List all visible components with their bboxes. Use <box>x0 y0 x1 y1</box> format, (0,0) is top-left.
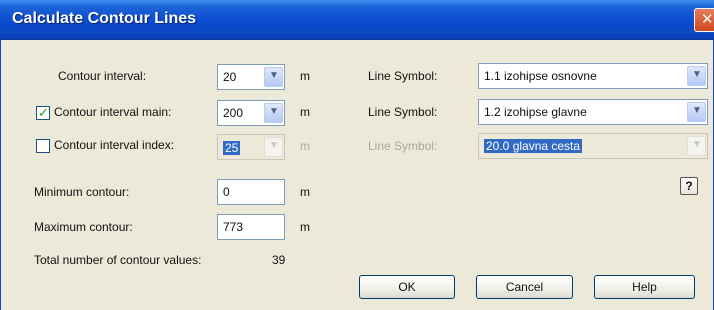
minimum-contour-unit: m <box>300 185 310 199</box>
line-symbol-3-label: Line Symbol: <box>368 139 438 153</box>
maximum-contour-input[interactable]: 773 <box>217 214 285 240</box>
contour-interval-main-label: Contour interval main: <box>54 105 172 119</box>
line-symbol-3-value: 20.0 glavna cesta <box>484 139 583 153</box>
contour-interval-label: Contour interval: <box>58 69 147 83</box>
chevron-down-icon: ▼ <box>269 70 279 81</box>
contour-interval-index-unit: m <box>300 139 310 153</box>
line-symbol-2-value: 1.2 izohipse glavne <box>484 105 587 119</box>
contour-interval-index-checkbox[interactable] <box>36 139 50 153</box>
contour-interval-index-dropdown-button: ▼ <box>264 137 283 157</box>
maximum-contour-unit: m <box>300 220 310 234</box>
window-left-border <box>0 40 1 310</box>
contour-interval-index-combo: 25 ▼ <box>217 134 285 160</box>
contour-interval-main-dropdown-button[interactable]: ▼ <box>264 103 283 123</box>
minimum-contour-value: 0 <box>223 185 230 199</box>
contour-interval-index-value: 25 <box>223 141 241 155</box>
calculate-contour-lines-dialog: Calculate Contour Lines ✕ Contour interv… <box>0 0 714 310</box>
line-symbol-1-value: 1.1 izohipse osnovne <box>484 69 597 83</box>
close-icon: ✕ <box>701 11 714 28</box>
maximum-contour-label: Maximum contour: <box>34 220 133 234</box>
contour-interval-value: 20 <box>223 70 237 84</box>
contour-interval-main-unit: m <box>300 105 310 119</box>
line-symbol-1-dropdown-button[interactable]: ▼ <box>687 66 706 86</box>
ok-button[interactable]: OK <box>359 275 455 299</box>
chevron-down-icon: ▼ <box>269 140 279 151</box>
contour-interval-dropdown-button[interactable]: ▼ <box>264 67 283 87</box>
line-symbol-2-dropdown-button[interactable]: ▼ <box>687 102 706 122</box>
minimum-contour-input[interactable]: 0 <box>217 179 285 205</box>
total-contour-values-label: Total number of contour values: <box>34 253 202 267</box>
total-contour-values-count: 39 <box>272 253 286 267</box>
maximum-contour-value: 773 <box>223 220 244 234</box>
contour-interval-main-combo[interactable]: 200 ▼ <box>217 100 285 126</box>
contour-interval-main-value: 200 <box>223 106 244 120</box>
line-symbol-1-combo[interactable]: 1.1 izohipse osnovne ▼ <box>478 63 708 89</box>
help-button[interactable]: Help <box>594 275 695 299</box>
title-bar[interactable]: Calculate Contour Lines ✕ <box>0 0 714 40</box>
chevron-down-icon: ▼ <box>692 105 702 116</box>
chevron-down-icon: ▼ <box>269 106 279 117</box>
line-symbol-1-label: Line Symbol: <box>368 69 438 83</box>
cancel-button[interactable]: Cancel <box>476 275 573 299</box>
contour-interval-index-label: Contour interval index: <box>54 138 175 152</box>
contour-interval-unit: m <box>300 69 310 83</box>
line-symbol-3-dropdown-button: ▼ <box>687 136 706 156</box>
line-symbol-2-combo[interactable]: 1.2 izohipse glavne ▼ <box>478 99 708 125</box>
line-symbol-3-combo: 20.0 glavna cesta ▼ <box>478 133 708 159</box>
dialog-title: Calculate Contour Lines <box>12 10 197 27</box>
help-icon[interactable]: ? <box>680 177 698 195</box>
contour-interval-main-checkbox[interactable]: ✓ <box>36 105 50 120</box>
contour-interval-combo[interactable]: 20 ▼ <box>217 64 285 90</box>
chevron-down-icon: ▼ <box>692 69 702 80</box>
checkmark-icon: ✓ <box>38 105 49 120</box>
minimum-contour-label: Minimum contour: <box>34 185 130 199</box>
close-button[interactable]: ✕ <box>694 8 714 32</box>
chevron-down-icon: ▼ <box>692 139 702 150</box>
line-symbol-2-label: Line Symbol: <box>368 105 438 119</box>
